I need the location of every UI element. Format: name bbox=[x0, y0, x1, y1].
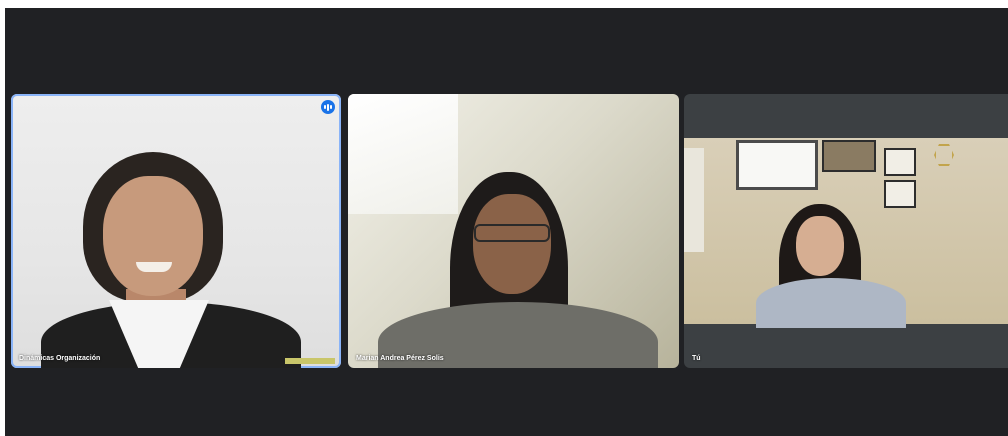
participant-video-glasses bbox=[474, 224, 550, 242]
wall-frame bbox=[822, 140, 876, 172]
wall-frame bbox=[884, 148, 916, 176]
participant-video-detail bbox=[285, 358, 335, 364]
self-video-feed bbox=[684, 138, 1008, 328]
wall-poster bbox=[684, 148, 704, 252]
participant-video-face bbox=[103, 176, 203, 296]
participant-video-window bbox=[348, 94, 458, 214]
participant-name: Marian Andrea Pérez Solis bbox=[356, 355, 444, 362]
wall-frame bbox=[884, 180, 916, 208]
participant-video-smile bbox=[136, 262, 172, 272]
meeting-stage: Dinámicas Organización Marian Andrea Pér… bbox=[5, 8, 1008, 436]
participant-name: Tú bbox=[692, 355, 701, 362]
audio-level-icon bbox=[321, 100, 335, 114]
participant-video-face bbox=[473, 194, 551, 294]
participant-video-face bbox=[796, 216, 844, 276]
participant-tile[interactable]: Dinámicas Organización bbox=[11, 94, 341, 368]
self-view-tile[interactable]: Tú bbox=[684, 94, 1008, 368]
wall-hexagon-frame bbox=[934, 144, 954, 166]
participant-name: Dinámicas Organización bbox=[19, 355, 101, 362]
participant-tile[interactable]: Marian Andrea Pérez Solis bbox=[348, 94, 679, 368]
wall-whiteboard bbox=[736, 140, 818, 190]
participant-video-body bbox=[756, 278, 906, 328]
